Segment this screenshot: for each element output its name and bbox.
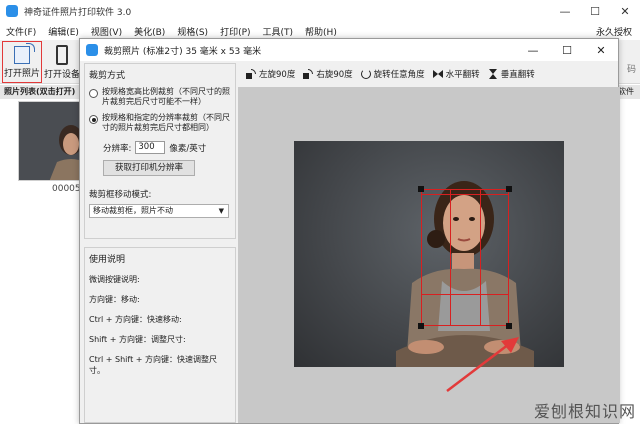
toolbar-right-label: 码 [626, 65, 636, 75]
dialog-maximize-button[interactable]: ☐ [550, 39, 584, 61]
maximize-button[interactable]: ☐ [580, 0, 610, 22]
rotate-any-label: 旋转任意角度 [373, 70, 425, 80]
help-line: Ctrl + Shift + 方向键：快速调整尺寸。 [89, 355, 217, 375]
open-photo-button[interactable]: 打开照片 [2, 41, 42, 83]
portrait-photo[interactable] [294, 141, 564, 367]
app-title: 神奇证件照片打印软件 3.0 [24, 7, 132, 18]
menu-file[interactable]: 文件(F) [0, 25, 42, 38]
rotate-right-icon [303, 69, 314, 79]
menu-tools[interactable]: 工具(T) [257, 25, 300, 38]
dialog-minimize-button[interactable]: — [516, 39, 550, 61]
crop-handle-bottom-right[interactable] [506, 323, 512, 329]
minimize-button[interactable]: — [550, 0, 580, 22]
dialog-title: 裁剪照片 (标准2寸) 35 毫米 x 53 毫米 [104, 46, 262, 57]
flip-horizontal-icon [432, 69, 443, 79]
dialog-window-controls: — ☐ ✕ [516, 39, 618, 61]
menu-help[interactable]: 帮助(H) [299, 25, 343, 38]
app-logo-icon [6, 5, 18, 17]
crop-guide-line [450, 190, 451, 325]
rotate-left-button[interactable]: 左旋90度 [246, 68, 295, 80]
crop-option-ratio[interactable]: 按规格宽高比例裁剪（不同尺寸的照片裁剪完后尺寸可能不一样） [89, 87, 231, 107]
crop-guide-line [480, 190, 481, 325]
flip-vertical-icon [488, 69, 498, 79]
red-arrow-annotation [446, 337, 519, 392]
crop-option-ratio-label: 按规格宽高比例裁剪（不同尺寸的照片裁剪完后尺寸可能不一样） [102, 87, 230, 106]
crop-dialog: 裁剪照片 (标准2寸) 35 毫米 x 53 毫米 — ☐ ✕ 裁剪方式 按规格… [79, 38, 620, 424]
radio-ratio[interactable] [89, 89, 98, 98]
rotate-left-icon [246, 69, 256, 79]
crop-canvas[interactable] [238, 87, 620, 423]
rotate-left-label: 左旋90度 [259, 70, 296, 80]
photo-thumbnail[interactable] [18, 101, 80, 181]
get-printer-resolution-button[interactable]: 获取打印机分辨率 [103, 160, 195, 176]
dialog-app-icon [86, 44, 98, 56]
dialog-title-bar: 裁剪照片 (标准2寸) 35 毫米 x 53 毫米 — ☐ ✕ [80, 39, 618, 61]
open-photo-icon [14, 43, 35, 64]
crop-guide-line [422, 294, 508, 295]
crop-mode-title: 裁剪方式 [89, 71, 126, 81]
radio-resolution[interactable] [89, 115, 98, 124]
crop-settings-panel: 裁剪方式 按规格宽高比例裁剪（不同尺寸的照片裁剪完后尺寸可能不一样） 按规格和指… [84, 63, 236, 423]
help-line: Shift + 方向键：调整尺寸: [89, 335, 186, 344]
rotate-right-label: 右旋90度 [316, 70, 353, 80]
flip-vertical-button[interactable]: 垂直翻转 [488, 68, 535, 80]
right-panel-header: 软件 [618, 85, 640, 99]
resolution-unit: 像素/英寸 [169, 143, 207, 154]
menu-edit[interactable]: 编辑(E) [42, 25, 85, 38]
flip-horizontal-label: 水平翻转 [445, 70, 480, 80]
license-text: 永久授权 [595, 28, 632, 38]
thumbnail-image [49, 125, 79, 180]
help-line: 方向键：移动: [89, 295, 140, 304]
crop-option-resolution[interactable]: 按规格和指定的分辨率裁剪（不同尺寸的照片裁剪完后尺寸都相同） [89, 113, 231, 133]
crop-handle-bottom-left[interactable] [418, 323, 424, 329]
menu-spec[interactable]: 规格(S) [171, 25, 214, 38]
crop-guide-line [422, 194, 508, 195]
resolution-input[interactable]: 300 [135, 141, 166, 154]
crop-frame[interactable] [418, 186, 512, 329]
menu-beautify[interactable]: 美化(B) [128, 25, 171, 38]
crop-option-resolution-label: 按规格和指定的分辨率裁剪（不同尺寸的照片裁剪完后尺寸都相同） [102, 113, 230, 132]
watermark-text: 爱刨根知识网 [533, 402, 636, 421]
open-photo-label: 打开照片 [3, 69, 40, 79]
thumbnail-label: 00005 [52, 184, 81, 194]
rotate-any-icon [360, 69, 371, 79]
menu-print[interactable]: 打印(P) [214, 25, 256, 38]
help-line: 微调按键说明: [89, 275, 140, 284]
help-line: Ctrl + 方向键：快速移动: [89, 315, 182, 324]
crop-mode-group: 裁剪方式 按规格宽高比例裁剪（不同尺寸的照片裁剪完后尺寸可能不一样） 按规格和指… [84, 63, 236, 239]
menu-view[interactable]: 视图(V) [85, 25, 128, 38]
rotate-right-button[interactable]: 右旋90度 [303, 68, 353, 80]
close-button[interactable]: ✕ [610, 0, 640, 22]
open-device-label: 打开设备 [44, 70, 81, 80]
move-mode-label: 裁剪框移动模式: [89, 190, 152, 200]
flip-vertical-label: 垂直翻转 [500, 70, 535, 80]
image-tools-toolbar: 左旋90度 右旋90度 旋转任意角度 水平翻转 垂直翻转 [238, 63, 619, 85]
open-device-button[interactable]: 打开设备 [44, 41, 80, 83]
flip-horizontal-button[interactable]: 水平翻转 [432, 68, 480, 80]
move-mode-select[interactable]: 移动裁剪框，照片不动 ▼ [89, 204, 229, 218]
help-group: 使用说明 微调按键说明: 方向键：移动: Ctrl + 方向键：快速移动: Sh… [84, 247, 236, 423]
main-title-bar: 神奇证件照片打印软件 3.0 — ☐ ✕ [0, 0, 640, 22]
chevron-down-icon: ▼ [218, 207, 224, 215]
dialog-close-button[interactable]: ✕ [584, 39, 618, 61]
help-title: 使用说明 [89, 255, 126, 265]
move-mode-value: 移动裁剪框，照片不动 [93, 206, 173, 215]
photo-list-header: 照片列表(双击打开) [0, 85, 80, 99]
rotate-any-button[interactable]: 旋转任意角度 [360, 68, 425, 80]
window-controls: — ☐ ✕ [550, 0, 640, 22]
crop-handle-top-left[interactable] [418, 186, 424, 192]
phone-icon [56, 45, 68, 65]
crop-handle-top-right[interactable] [506, 186, 512, 192]
resolution-row: 分辨率: 300 像素/英寸 [103, 141, 231, 154]
resolution-label: 分辨率: [103, 143, 132, 154]
